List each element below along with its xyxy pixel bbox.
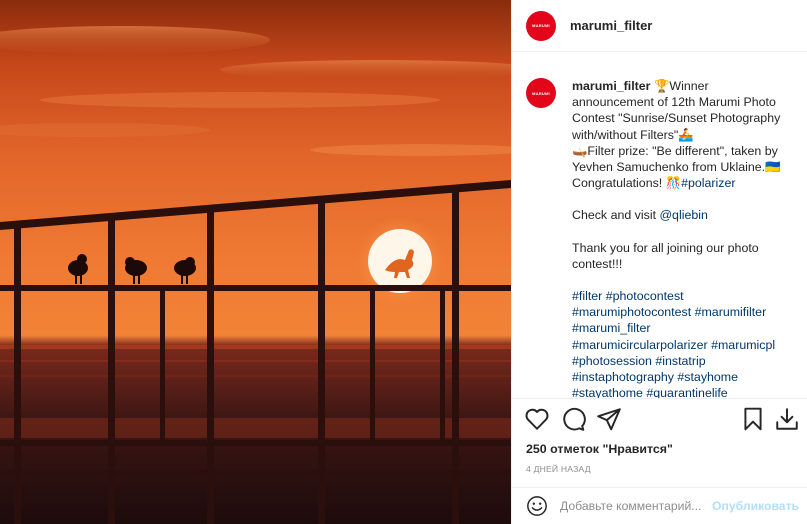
hashtag-line[interactable]: #stayathome #quarantinelife (572, 385, 781, 398)
post-side-panel: MARUMI marumi_filter MARUMI marumi_filte… (511, 0, 807, 524)
caption-line-4: with/without Filters"🚣 (572, 127, 694, 142)
hashtag-line[interactable]: #filter #photocontest (572, 288, 781, 304)
hashtag-line[interactable]: #instaphotography #stayhome (572, 369, 781, 385)
bookmark-icon[interactable] (740, 406, 766, 432)
hashtag-line[interactable]: #marumiphotocontest #marumifilter (572, 304, 781, 320)
caption-line-9: Thank you for all joining our photo (572, 240, 759, 255)
avatar-logo-text: MARUMI (532, 23, 550, 28)
caption-avatar-logo-text: MARUMI (532, 90, 550, 96)
caption-block: MARUMI marumi_filter 🏆Winner announcemen… (512, 52, 807, 398)
comment-icon[interactable] (560, 406, 586, 432)
username-link[interactable]: marumi_filter (570, 18, 652, 33)
likes-count[interactable]: 250 отметок "Нравится" (526, 442, 673, 456)
caption-line-7: Congratulations! 🎊 (572, 176, 682, 191)
caption-line-2: announcement of 12th Marumi Photo (572, 95, 776, 110)
download-icon[interactable] (774, 406, 800, 432)
action-bar (512, 406, 807, 438)
caption-line-3: Contest "Sunrise/Sunset Photography (572, 111, 781, 126)
share-icon[interactable] (596, 406, 622, 432)
hashtag-line[interactable]: #photosession #instatrip (572, 353, 781, 369)
sunset-photo-image (0, 0, 511, 524)
avatar[interactable]: MARUMI (526, 10, 556, 41)
caption-line-5: 🛶Filter prize: "Be different", taken by (572, 143, 778, 158)
post-photo[interactable] (0, 0, 511, 524)
mention-qliebin[interactable]: @qliebin (659, 208, 707, 222)
hashtag-polarizer[interactable]: #polarizer (681, 176, 735, 190)
heart-icon[interactable] (524, 406, 550, 432)
caption-text: marumi_filter 🏆Winner announcement of 12… (572, 78, 781, 398)
add-comment-row: Добавьте комментарий... Опубликовать (512, 487, 807, 524)
caption-avatar[interactable]: MARUMI (526, 78, 556, 108)
hashtag-line[interactable]: #marumicircularpolarizer #marumicpl (572, 337, 781, 353)
comments-area[interactable]: MARUMI marumi_filter 🏆Winner announcemen… (512, 52, 807, 399)
comment-input[interactable]: Добавьте комментарий... (560, 499, 708, 513)
publish-button[interactable]: Опубликовать (712, 499, 799, 513)
post-header: MARUMI marumi_filter (512, 0, 807, 52)
hashtag-line[interactable]: #marumi_filter (572, 320, 781, 336)
post-date[interactable]: 4 ДНЕЙ НАЗАД (526, 464, 591, 474)
smile-icon[interactable] (526, 495, 548, 517)
post-dialog: MARUMI marumi_filter MARUMI marumi_filte… (0, 0, 807, 524)
caption-line-6: Yevhen Samuchenko from Uklaine.🇺🇦 (572, 160, 781, 175)
caption-line-8: Check and visit (572, 208, 660, 223)
caption-line-10: contest!!! (572, 256, 623, 271)
caption-line-1: 🏆Winner (650, 79, 709, 93)
caption-username[interactable]: marumi_filter (572, 79, 651, 93)
